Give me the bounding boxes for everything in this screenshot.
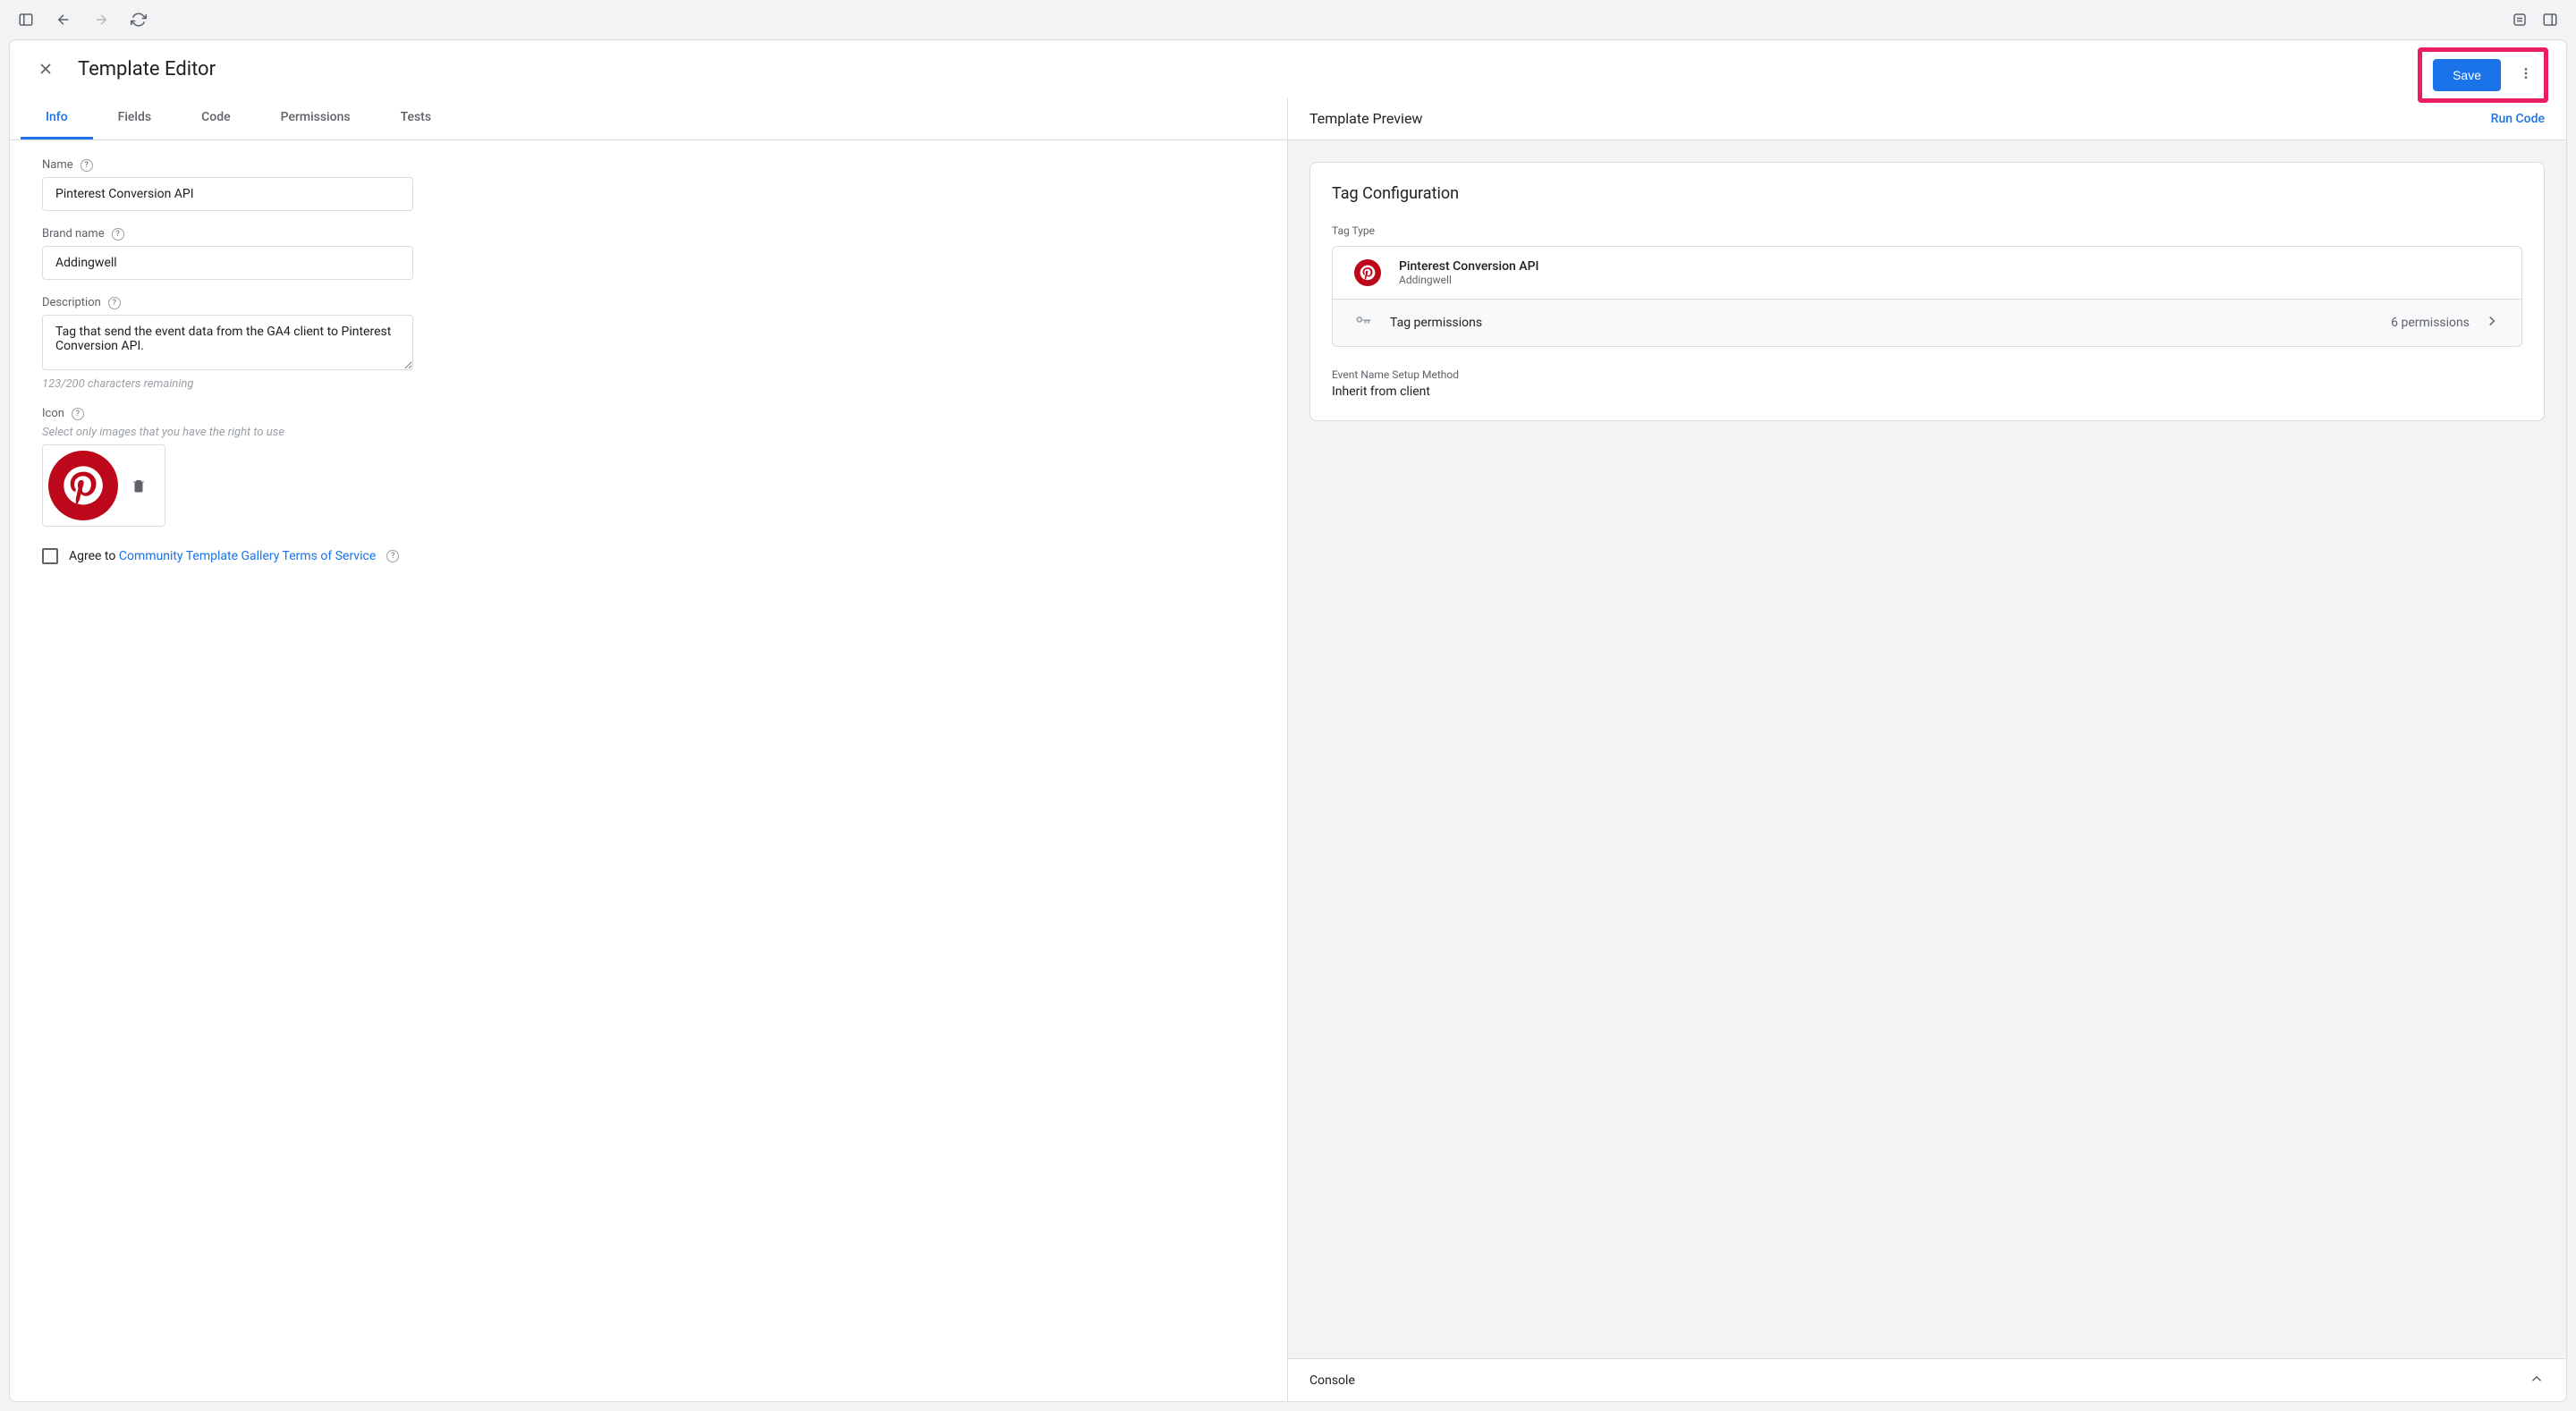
chevron-up-icon [2529,1371,2545,1390]
name-input[interactable] [42,177,413,211]
event-name-label: Event Name Setup Method [1332,368,2522,381]
event-name-value: Inherit from client [1332,384,2522,399]
save-highlight: Save [2418,47,2548,103]
name-label: Name [42,158,73,172]
help-icon[interactable]: ? [112,228,124,241]
desc-label: Description [42,296,101,309]
console-bar[interactable]: Console [1288,1358,2566,1401]
config-title: Tag Configuration [1332,184,2522,203]
tab-bar: Info Fields Code Permissions Tests [10,97,1287,140]
tab-info[interactable]: Info [21,97,93,139]
key-icon [1354,312,1372,334]
back-icon[interactable] [55,12,72,28]
editor-pane: Info Fields Code Permissions Tests Name … [10,97,1288,1401]
brand-label: Brand name [42,227,105,241]
perms-count: 6 permissions [2391,316,2470,330]
pinterest-icon [1354,259,1381,286]
help-icon[interactable]: ? [80,159,93,172]
forward-icon[interactable] [93,12,109,28]
pinterest-icon [48,451,118,520]
help-icon[interactable]: ? [72,408,84,420]
icon-hint: Select only images that you have the rig… [42,426,1255,439]
tag-type-label: Tag Type [1332,224,2522,237]
tag-type-block: Pinterest Conversion API Addingwell Tag … [1332,246,2522,347]
save-button[interactable]: Save [2433,59,2501,91]
help-icon[interactable]: ? [108,297,121,309]
tag-row: Pinterest Conversion API Addingwell [1333,247,2521,299]
delete-icon[interactable] [131,477,147,494]
agree-checkbox[interactable] [42,548,58,564]
help-icon[interactable]: ? [386,550,399,562]
preview-header: Template Preview Run Code [1288,97,2566,140]
terms-link[interactable]: Community Template Gallery Terms of Serv… [119,549,376,563]
app-window: Template Editor Save Info Fields Code Pe… [9,39,2567,1402]
panel-toggle-icon[interactable] [2542,12,2558,28]
preview-title: Template Preview [1309,110,1422,127]
preview-pane: Template Preview Run Code Tag Configurat… [1288,97,2566,1401]
app-header: Template Editor Save [10,40,2566,97]
extension-icon[interactable] [2512,12,2528,28]
close-icon[interactable] [35,58,56,80]
more-menu-icon[interactable] [2519,66,2533,84]
tab-fields[interactable]: Fields [93,97,176,139]
reload-icon[interactable] [131,12,147,28]
icon-label: Icon [42,407,64,420]
run-code-button[interactable]: Run Code [2491,112,2545,126]
sidebar-toggle-icon[interactable] [18,12,34,28]
tag-name: Pinterest Conversion API [1399,259,1538,274]
perms-label: Tag permissions [1390,316,1482,330]
desc-textarea[interactable] [42,315,413,370]
config-card: Tag Configuration Tag Type Pinterest Con… [1309,162,2545,421]
page-title: Template Editor [78,58,216,80]
tag-permissions-row[interactable]: Tag permissions 6 permissions [1333,299,2521,346]
tab-permissions[interactable]: Permissions [256,97,376,139]
char-counter: 123/200 characters remaining [42,377,1255,391]
tab-code[interactable]: Code [176,97,255,139]
agree-text: Agree to Community Template Gallery Term… [69,549,376,563]
brand-input[interactable] [42,246,413,280]
chevron-right-icon [2484,313,2500,333]
browser-toolbar [0,0,2576,39]
icon-preview [42,444,165,527]
console-label: Console [1309,1373,1355,1388]
tab-tests[interactable]: Tests [376,97,456,139]
form-area: Name ? Brand name ? Description ? [10,140,1287,582]
tag-brand: Addingwell [1399,274,1538,286]
